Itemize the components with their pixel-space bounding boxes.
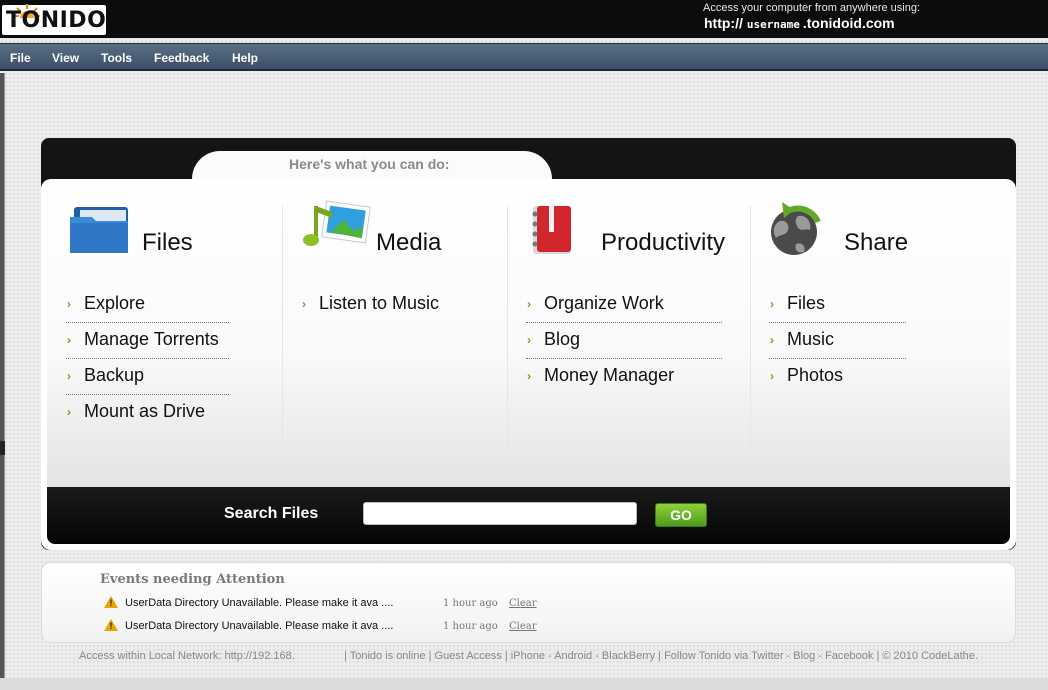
footer-links: | Tonido is online | Guest Access | iPho… xyxy=(344,650,978,662)
access-url: http://username .tonidoid.com xyxy=(704,15,895,31)
chevron-right-icon: › xyxy=(67,369,71,383)
link-manage-torrents[interactable]: Manage Torrents xyxy=(84,329,219,350)
top-header: TONIDO Access your computer from anywher… xyxy=(0,0,1048,38)
warning-mark: ! xyxy=(109,621,113,631)
share-heading: Share xyxy=(844,229,909,256)
divider xyxy=(66,322,229,323)
footer-separator: | xyxy=(876,650,880,662)
files-heading: Files xyxy=(142,229,193,256)
column-divider xyxy=(507,206,508,456)
footer-separator: | xyxy=(504,650,508,662)
footer-separator: | xyxy=(344,650,347,662)
divider xyxy=(526,322,722,323)
divider xyxy=(66,394,229,395)
menu-feedback[interactable]: Feedback xyxy=(154,51,209,65)
footer-separator: | xyxy=(658,650,662,662)
event-clear-link[interactable]: Clear xyxy=(509,621,537,632)
footer-mobile-links[interactable]: iPhone - Android - BlackBerry xyxy=(511,650,655,662)
chevron-right-icon: › xyxy=(527,369,531,383)
url-prefix: http:// xyxy=(704,15,743,31)
chevron-right-icon: › xyxy=(770,369,774,383)
chevron-right-icon: › xyxy=(67,333,71,347)
link-share-files[interactable]: Files xyxy=(787,293,825,314)
events-title: Events needing Attention xyxy=(100,572,285,587)
chevron-right-icon: › xyxy=(770,333,774,347)
menu-help[interactable]: Help xyxy=(232,51,258,65)
panel-tab-title: Here's what you can do: xyxy=(289,156,450,172)
divider xyxy=(66,358,229,359)
event-time: 1 hour ago xyxy=(443,621,498,632)
logo-text: TONIDO xyxy=(6,8,107,33)
tonido-logo[interactable]: TONIDO xyxy=(2,4,107,35)
url-suffix: .tonidoid.com xyxy=(802,15,895,31)
folder-icon xyxy=(70,207,128,253)
link-money-manager[interactable]: Money Manager xyxy=(544,365,674,386)
footer-online-status[interactable]: Tonido is online xyxy=(350,650,426,662)
access-hint: Access your computer from anywhere using… xyxy=(703,2,921,14)
chevron-right-icon: › xyxy=(67,297,71,311)
chevron-right-icon: › xyxy=(67,405,71,419)
go-button[interactable]: GO xyxy=(655,503,707,527)
media-heading: Media xyxy=(376,229,442,256)
divider xyxy=(769,358,906,359)
chevron-right-icon: › xyxy=(527,297,531,311)
notebook-icon xyxy=(532,206,571,254)
productivity-heading: Productivity xyxy=(601,229,726,256)
footer-copyright: © 2010 CodeLathe. xyxy=(882,650,978,662)
chevron-right-icon: › xyxy=(527,333,531,347)
link-blog[interactable]: Blog xyxy=(544,329,580,350)
menu-tools[interactable]: Tools xyxy=(101,51,132,65)
link-explore[interactable]: Explore xyxy=(84,293,145,314)
link-mount-as-drive[interactable]: Mount as Drive xyxy=(84,401,205,422)
link-share-photos[interactable]: Photos xyxy=(787,365,843,386)
url-username: username xyxy=(746,18,800,31)
collapse-handle-icon[interactable] xyxy=(0,441,5,455)
footer-separator: | xyxy=(428,650,432,662)
column-divider xyxy=(750,206,751,456)
sidebar-collapse-rail[interactable] xyxy=(0,73,5,678)
bottom-strip xyxy=(0,678,1048,690)
divider xyxy=(769,322,906,323)
divider xyxy=(526,358,722,359)
menu-file[interactable]: File xyxy=(10,51,31,65)
search-input[interactable] xyxy=(363,502,637,525)
footer-follow-links[interactable]: Follow Tonido via Twitter - Blog - Faceb… xyxy=(664,650,873,662)
footer-local-access: Access within Local Network: http://192.… xyxy=(79,650,295,662)
event-message: UserData Directory Unavailable. Please m… xyxy=(125,620,394,632)
event-time: 1 hour ago xyxy=(443,598,498,609)
warning-mark: ! xyxy=(109,598,113,608)
link-backup[interactable]: Backup xyxy=(84,365,144,386)
globe-share-icon xyxy=(771,202,821,255)
link-organize-work[interactable]: Organize Work xyxy=(544,293,664,314)
link-share-music[interactable]: Music xyxy=(787,329,834,350)
link-listen-to-music[interactable]: Listen to Music xyxy=(319,293,439,314)
event-clear-link[interactable]: Clear xyxy=(509,598,537,609)
chevron-right-icon: › xyxy=(770,297,774,311)
column-divider xyxy=(282,206,283,456)
menu-bar: File View Tools Feedback Help xyxy=(0,43,1048,71)
music-photo-icon xyxy=(303,200,371,246)
search-label: Search Files xyxy=(224,505,319,522)
menu-view[interactable]: View xyxy=(52,51,79,65)
event-message: UserData Directory Unavailable. Please m… xyxy=(125,597,394,609)
chevron-right-icon: › xyxy=(302,297,306,311)
footer-guest-access[interactable]: Guest Access xyxy=(435,650,502,662)
